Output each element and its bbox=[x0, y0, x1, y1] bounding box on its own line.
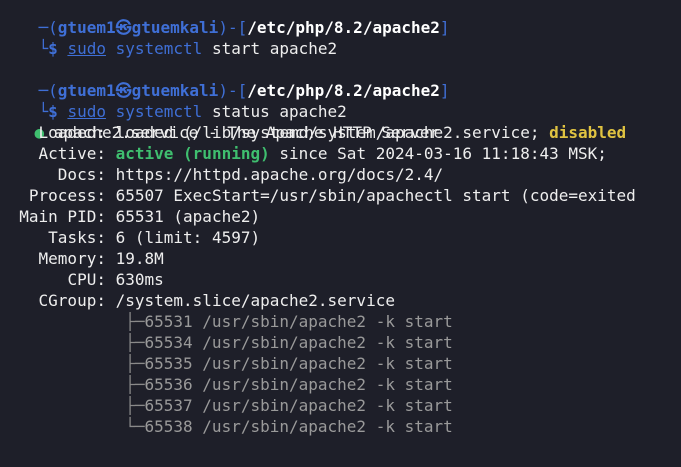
service-title-line: ● apache2.service - The Apache HTTP Serv… bbox=[0, 101, 440, 142]
active-state: active (running) bbox=[115, 144, 270, 163]
tasks-line: Tasks: 6 (limit: 4597) bbox=[0, 227, 260, 248]
cgroup-line: CGroup: /system.slice/apache2.service bbox=[0, 290, 395, 311]
process-value: 65507 ExecStart=/usr/sbin/apachectl star… bbox=[115, 186, 636, 205]
active-line: Active: active (running) since Sat 2024-… bbox=[0, 143, 607, 164]
tree-branch: ├─ bbox=[125, 354, 145, 373]
active-label: Active: bbox=[38, 144, 106, 163]
cgroup-label: CGroup: bbox=[38, 291, 106, 310]
tree-branch: └─ bbox=[125, 417, 145, 436]
process-entry: 65536 /usr/sbin/apache2 -k start bbox=[144, 375, 453, 394]
mainpid-label: Main PID: bbox=[19, 207, 106, 226]
tree-branch: ├─ bbox=[125, 375, 145, 394]
mainpid-value: 65531 (apache2) bbox=[115, 207, 261, 226]
process-label: Process: bbox=[28, 186, 106, 205]
cgroup-process-row: ├─65534 /usr/sbin/apache2 -k start bbox=[0, 332, 453, 353]
tasks-label: Tasks: bbox=[48, 228, 106, 247]
process-entry: 65535 /usr/sbin/apache2 -k start bbox=[144, 354, 453, 373]
docs-label: Docs: bbox=[57, 165, 106, 184]
memory-value: 19.8M bbox=[115, 249, 164, 268]
loaded-value: loaded (/lib/systemd/system/apache2.serv… bbox=[115, 123, 550, 142]
cgroup-value: /system.slice/apache2.service bbox=[115, 291, 395, 310]
mainpid-line: Main PID: 65531 (apache2) bbox=[0, 206, 260, 227]
memory-label: Memory: bbox=[38, 249, 106, 268]
memory-line: Memory: 19.8M bbox=[0, 248, 164, 269]
terminal-window[interactable]: ─(gtuem1㉿gtuemkali)-[/etc/php/8.2/apache… bbox=[0, 0, 681, 467]
tasks-value: 6 (limit: 4597) bbox=[115, 228, 261, 247]
cgroup-process-row: ├─65535 /usr/sbin/apache2 -k start bbox=[0, 353, 453, 374]
command-sudo: sudo bbox=[67, 39, 106, 58]
cpu-label: CPU: bbox=[67, 270, 106, 289]
command-line-2: └$ sudo systemctl status apache2 bbox=[0, 80, 347, 121]
tree-branch: ├─ bbox=[125, 333, 145, 352]
prompt-line-1: ─(gtuem1㉿gtuemkali)-[/etc/php/8.2/apache… bbox=[0, 0, 450, 37]
process-entry: 65531 /usr/sbin/apache2 -k start bbox=[144, 312, 453, 331]
loaded-state: disabled bbox=[549, 123, 627, 142]
process-entry: 65538 /usr/sbin/apache2 -k start bbox=[144, 417, 453, 436]
tree-branch: ├─ bbox=[125, 396, 145, 415]
prompt-dollar: └$ bbox=[38, 39, 58, 58]
prompt-frame: ] bbox=[439, 81, 450, 100]
process-entry: 65537 /usr/sbin/apache2 -k start bbox=[144, 396, 453, 415]
loaded-line: Loaded: loaded (/lib/systemd/system/apac… bbox=[0, 122, 627, 143]
cgroup-process-row: ├─65531 /usr/sbin/apache2 -k start bbox=[0, 311, 453, 332]
cpu-value: 630ms bbox=[115, 270, 164, 289]
cgroup-process-row: ├─65536 /usr/sbin/apache2 -k start bbox=[0, 374, 453, 395]
cpu-line: CPU: 630ms bbox=[0, 269, 164, 290]
docs-value: https://httpd.apache.org/docs/2.4/ bbox=[115, 165, 444, 184]
loaded-label: Loaded: bbox=[38, 123, 106, 142]
tree-branch: ├─ bbox=[125, 312, 145, 331]
command-name: systemctl bbox=[115, 39, 203, 58]
process-line: Process: 65507 ExecStart=/usr/sbin/apach… bbox=[0, 185, 636, 206]
cgroup-process-row: └─65538 /usr/sbin/apache2 -k start bbox=[0, 416, 453, 437]
prompt-line-2: ─(gtuem1㉿gtuemkali)-[/etc/php/8.2/apache… bbox=[0, 59, 450, 100]
process-entry: 65534 /usr/sbin/apache2 -k start bbox=[144, 333, 453, 352]
command-args: start apache2 bbox=[211, 39, 338, 58]
command-line-1: └$ sudo systemctl start apache2 bbox=[0, 17, 338, 58]
active-since: since Sat 2024-03-16 11:18:43 MSK; bbox=[279, 144, 607, 163]
prompt-frame: ] bbox=[439, 18, 450, 37]
docs-line: Docs: https://httpd.apache.org/docs/2.4/ bbox=[0, 164, 443, 185]
cgroup-process-row: ├─65537 /usr/sbin/apache2 -k start bbox=[0, 395, 453, 416]
